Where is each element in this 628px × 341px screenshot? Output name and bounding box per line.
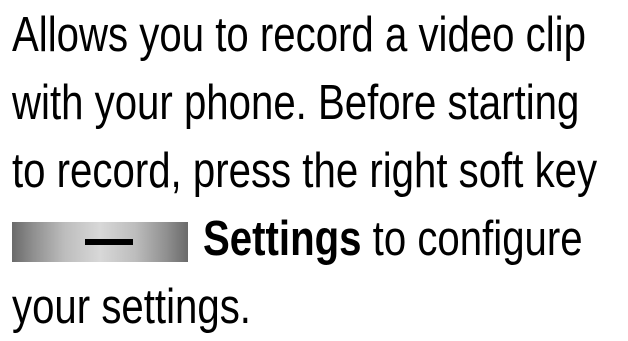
settings-label: Settings [203, 212, 362, 266]
minus-icon [85, 239, 133, 245]
paragraph-line-1: Allows you to record a video clip [12, 8, 586, 62]
paragraph-line-3: to record, press the right soft key [12, 144, 598, 198]
manual-paragraph: Allows you to record a video clip with y… [0, 0, 628, 341]
paragraph-line-5: your settings. [12, 280, 251, 334]
paragraph-line-4: Settings to configure [203, 206, 583, 272]
right-soft-key-icon [12, 222, 188, 262]
paragraph-line-2: with your phone. Before starting [12, 76, 580, 130]
configure-text: to configure [361, 212, 583, 266]
